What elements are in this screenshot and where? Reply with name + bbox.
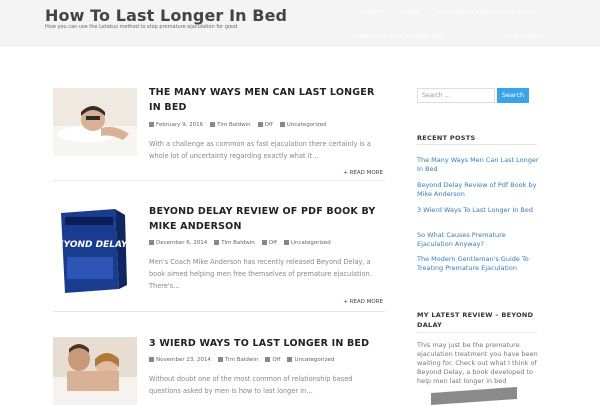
comment-icon [261, 240, 267, 245]
book-cover-text: BEYOND DELAY [53, 240, 129, 250]
recent-post-link[interactable]: 3 Wierd Ways To Last Longer In Bed [417, 206, 539, 215]
nav-item-pe-faq[interactable]: Premature Ejaculation FAQ [352, 34, 444, 40]
post-excerpt: Men's Coach Mike Anderson has recently r… [149, 258, 372, 290]
book-image[interactable] [431, 386, 517, 406]
post-divider [53, 180, 385, 181]
post-date[interactable]: February 9, 2016 [156, 122, 203, 128]
site-header: How To Last Longer In Bed How you can us… [0, 0, 600, 46]
search-button[interactable]: Search [497, 88, 529, 103]
post-date[interactable]: December 6, 2014 [156, 240, 207, 246]
calendar-icon [149, 357, 154, 362]
calendar-icon [149, 122, 154, 127]
read-more-link[interactable]: + Read More [343, 170, 383, 176]
nav-item-disclaimer[interactable]: Disclaimer [506, 34, 543, 40]
post-thumbnail[interactable] [53, 88, 137, 156]
post-comments: Off [264, 122, 273, 128]
review-text: This may just be the premature ejaculati… [417, 341, 538, 385]
post-meta: November 23, 2014 Tim Baldwin Off Uncate… [149, 357, 334, 363]
recent-post-link[interactable]: Beyond Delay Review of Pdf Book by Mike … [417, 181, 539, 199]
post-item: The Many Ways Men Can Last Longer In Bed… [53, 85, 385, 183]
widget-divider [417, 332, 537, 333]
widget-divider [417, 144, 537, 145]
latest-review-title: My Latest Review – Beyond Dalay [417, 311, 534, 329]
comment-icon [265, 357, 271, 362]
post-item: BEYOND DELAY Beyond Delay Review of Pdf … [53, 205, 385, 315]
post-meta: February 9, 2016 Tim Baldwin Off Uncateg… [149, 122, 327, 128]
recent-post-link[interactable]: So What Causes Premature Ejaculation Any… [417, 231, 539, 249]
post-author[interactable]: Tim Baldwin [221, 240, 255, 246]
post-title[interactable]: Beyond Delay Review of Pdf Book by Mike … [149, 204, 379, 234]
folder-icon [287, 357, 293, 362]
comment-icon [257, 122, 263, 127]
user-icon [217, 357, 223, 362]
post-meta: December 6, 2014 Tim Baldwin Off Uncateg… [149, 240, 331, 246]
nav-item-ebook[interactable]: Ebook [400, 10, 421, 16]
site-title[interactable]: How To Last Longer In Bed [45, 6, 287, 25]
nav-item-about[interactable]: About [360, 10, 381, 16]
post-comments: Off [268, 240, 277, 246]
post-category[interactable]: Uncategorized [294, 357, 334, 363]
post-date[interactable]: November 23, 2014 [156, 357, 211, 363]
post-excerpt: Without doubt one of the most common of … [149, 375, 353, 395]
post-comments: Off [272, 357, 281, 363]
post-excerpt: With a challenge as common as fast ejacu… [149, 140, 371, 160]
post-author[interactable]: Tim Baldwin [217, 122, 251, 128]
post-title[interactable]: 3 Wierd Ways To Last Longer In Bed [149, 336, 379, 351]
post-divider [53, 311, 385, 312]
search-input[interactable]: Search … [417, 88, 495, 103]
recent-post-link[interactable]: The Many Ways Men Can Last Longer In Bed [417, 156, 539, 174]
folder-icon [279, 122, 285, 127]
post-author[interactable]: Tim Baldwin [225, 357, 259, 363]
post-title[interactable]: The Many Ways Men Can Last Longer In Bed [149, 85, 379, 115]
read-more-link[interactable]: + Read More [343, 299, 383, 305]
folder-icon [283, 240, 289, 245]
post-thumbnail[interactable] [53, 337, 137, 405]
recent-post-link[interactable]: The Modern Gentleman's Guide To Treating… [417, 255, 539, 273]
recent-posts-title: Recent Posts [417, 134, 476, 142]
nav-item-pe-help[interactable]: Premature Ejaculation Help [438, 10, 533, 16]
site-description: How you can use the Letskus method to st… [45, 24, 238, 30]
post-item: 3 Wierd Ways To Last Longer In Bed Novem… [53, 337, 385, 407]
post-category[interactable]: Uncategorized [287, 122, 327, 128]
user-icon [214, 240, 220, 245]
post-thumbnail[interactable]: BEYOND DELAY [53, 205, 137, 295]
user-icon [210, 122, 216, 127]
calendar-icon [149, 240, 154, 245]
post-category[interactable]: Uncategorized [291, 240, 331, 246]
